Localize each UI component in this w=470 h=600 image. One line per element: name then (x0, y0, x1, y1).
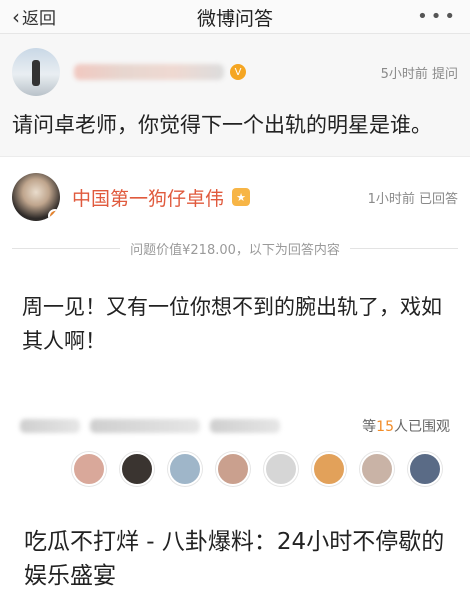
question-text: 请问卓老师，你觉得下一个出轨的明星是谁。 (12, 113, 432, 137)
viewer-avatar[interactable] (408, 452, 442, 486)
more-options-button[interactable]: ••• (417, 6, 458, 27)
asker-name-blurred (74, 64, 224, 80)
viewer-count[interactable]: 等15人已围观 (362, 416, 450, 436)
viewer-name-blurred (20, 419, 80, 433)
answerer-avatar[interactable] (12, 173, 60, 221)
viewer-count-number: 15 (376, 419, 394, 435)
answerer-name[interactable]: 中国第一狗仔卓伟 (72, 184, 224, 211)
question-price-text: 问题价值¥218.00，以下为回答内容 (130, 243, 340, 258)
asker-avatar[interactable] (12, 48, 60, 96)
viewer-count-prefix: 等 (362, 419, 377, 435)
answer-meta: 1小时前 已回答 (367, 191, 458, 207)
divider-left (12, 248, 121, 249)
question-price-divider: 问题价值¥218.00，以下为回答内容 (12, 239, 459, 258)
viewer-avatars (12, 452, 458, 486)
viewer-avatar[interactable] (360, 452, 394, 486)
answer-header: 中国第一狗仔卓伟 ★ 1小时前 已回答 (12, 173, 458, 221)
divider-right (349, 248, 459, 249)
image-caption: 吃瓜不打烊 - 八卦爆料：24小时不停歇的娱乐盛宴 (24, 529, 445, 589)
vip-badge-icon: V (230, 64, 246, 80)
viewer-avatar[interactable] (216, 452, 250, 486)
viewer-avatar[interactable] (168, 452, 202, 486)
back-button[interactable]: ‹ 返回 (12, 4, 56, 30)
viewer-name-blurred (90, 419, 200, 433)
viewer-count-suffix: 人已围观 (394, 419, 450, 435)
viewers-row: 等15人已围观 (12, 416, 458, 436)
viewer-avatar[interactable] (312, 452, 346, 486)
viewer-avatar[interactable] (72, 452, 106, 486)
answer-card: 中国第一狗仔卓伟 ★ 1小时前 已回答 问题价值¥218.00，以下为回答内容 … (0, 157, 470, 486)
chevron-left-icon: ‹ (12, 4, 20, 29)
top-bar: ‹ 返回 ••• (0, 0, 470, 34)
answer-text: 周一见！又有一位你想不到的腕出轨了，戏如其人啊！ (22, 295, 442, 353)
question-card: V 5小时前 提问 请问卓老师，你觉得下一个出轨的明星是谁。 (0, 34, 470, 157)
back-label: 返回 (22, 9, 56, 29)
viewer-avatar[interactable] (120, 452, 154, 486)
medal-icon: ★ (232, 188, 251, 206)
question-meta: 5小时前 提问 (380, 66, 458, 82)
viewer-name-blurred (210, 419, 280, 433)
question-header: V 5小时前 提问 (12, 48, 458, 96)
viewer-avatar[interactable] (264, 452, 298, 486)
verified-badge-icon (48, 209, 60, 221)
